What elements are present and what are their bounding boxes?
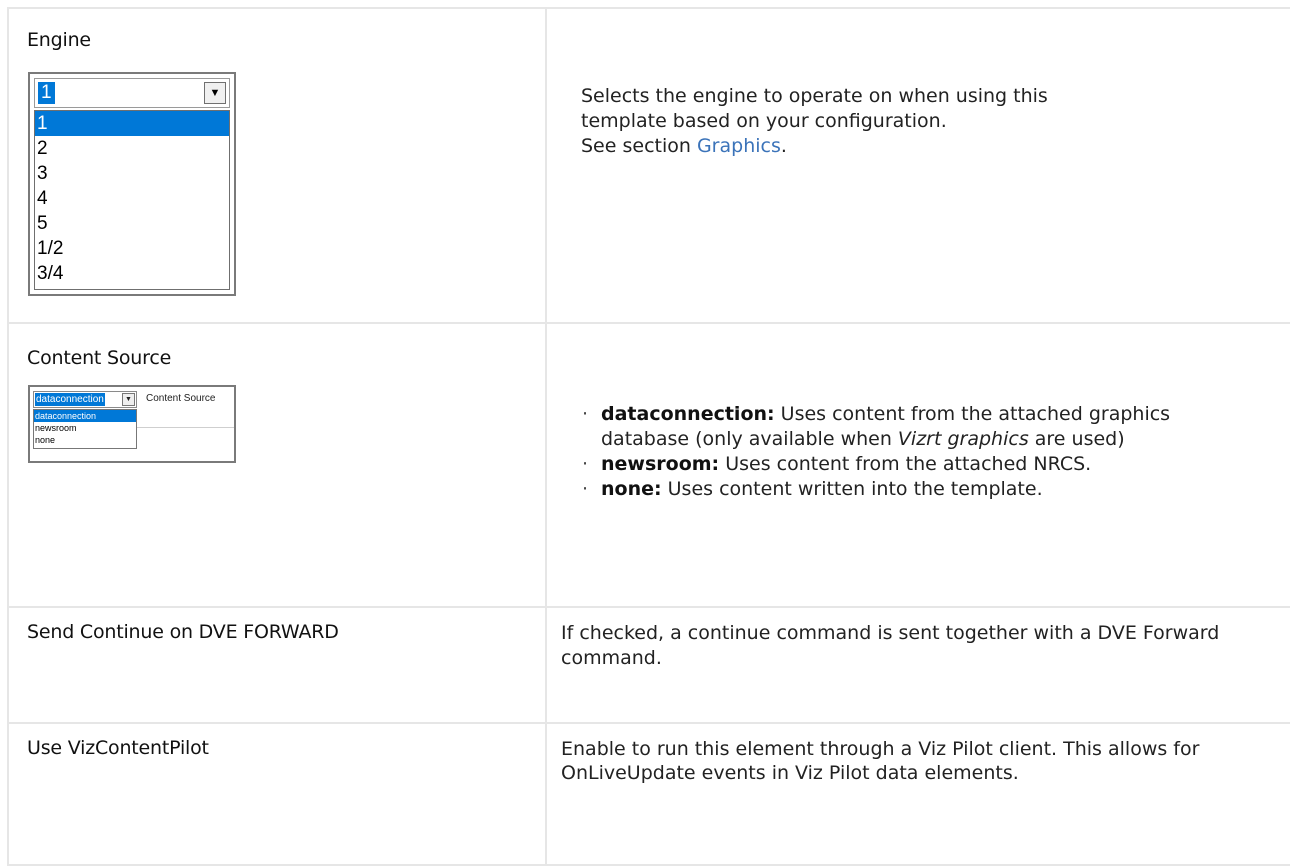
graphics-link[interactable]: Graphics: [697, 135, 781, 157]
bullet-text: Uses content written into the template.: [661, 478, 1043, 500]
see-section-prefix: See section: [581, 135, 697, 157]
engine-option: 5: [37, 213, 48, 234]
dve-forward-description-cell: If checked, a continue command is sent t…: [545, 606, 1290, 724]
engine-description: Selects the engine to operate on when us…: [581, 84, 1048, 159]
engine-label: Engine: [27, 29, 91, 51]
content-source-description-cell: · dataconnection: Uses content from the a…: [545, 322, 1290, 608]
content-source-field-label: Content Source: [146, 393, 216, 404]
content-source-option: none: [35, 435, 56, 445]
content-source-label: Content Source: [27, 347, 172, 369]
chevron-down-icon: ▼: [204, 82, 226, 104]
dve-forward-label: Send Continue on DVE FORWARD: [27, 621, 339, 643]
content-source-select-box: dataconnection ▼: [33, 391, 137, 408]
engine-description-cell: Selects the engine to operate on when us…: [545, 7, 1290, 324]
engine-combo-screenshot: 1 ▼ 1 2 3 4 5 1/2 3/4: [28, 72, 236, 296]
content-source-selected-value: dataconnection: [35, 393, 105, 406]
engine-option: 1/2: [37, 238, 64, 259]
engine-options-list: 1 2 3 4 5 1/2 3/4: [34, 110, 230, 290]
bullet-term: dataconnection:: [601, 403, 775, 425]
table-row-vizcontentpilot: Use VizContentPilot Enable to run this e…: [7, 722, 1290, 866]
engine-option: 4: [37, 188, 48, 209]
vizcontentpilot-description-cell: Enable to run this element through a Viz…: [545, 722, 1290, 866]
vizcontentpilot-label: Use VizContentPilot: [27, 737, 209, 759]
engine-see-section: See section Graphics.: [581, 134, 1048, 159]
engine-description-line: Selects the engine to operate on when us…: [581, 85, 1048, 107]
engine-description-line: template based on your configuration.: [581, 110, 947, 132]
content-source-options-list: dataconnection newsroom none: [33, 409, 137, 449]
dve-forward-description: If checked, a continue command is sent t…: [561, 622, 1220, 669]
vizcontentpilot-name-cell: Use VizContentPilot: [7, 722, 547, 866]
bullet-text: Uses content from the attached NRCS.: [719, 453, 1092, 475]
bullet-emphasis: Vizrt graphics: [897, 428, 1029, 450]
see-section-suffix: .: [780, 135, 787, 157]
content-source-option: dataconnection: [34, 410, 136, 422]
content-source-widget-screenshot: dataconnection ▼ Content Source dataconn…: [28, 385, 236, 463]
parameters-table: Engine 1 ▼ 1 2 3 4 5 1/2 3/4 Selects the…: [7, 7, 1290, 866]
engine-name-cell: Engine 1 ▼ 1 2 3 4 5 1/2 3/4: [7, 7, 547, 324]
engine-option: 2: [37, 138, 48, 159]
engine-select-box: 1 ▼: [34, 78, 230, 108]
bullet-term: none:: [601, 478, 662, 500]
list-item: · none: Uses content written into the tem…: [582, 478, 1043, 500]
engine-option: 3: [37, 163, 48, 184]
engine-option: 1: [35, 111, 229, 136]
table-row-content-source: Content Source dataconnection ▼ Content …: [7, 322, 1290, 608]
dve-forward-name-cell: Send Continue on DVE FORWARD: [7, 606, 547, 724]
list-item: · dataconnection: Uses content from the a…: [582, 403, 1171, 450]
engine-selected-value: 1: [38, 82, 55, 104]
list-item: · newsroom: Uses content from the attache…: [582, 453, 1092, 475]
content-source-bullets: · dataconnection: Uses content from the a…: [577, 402, 1237, 502]
table-row-dve-forward: Send Continue on DVE FORWARD If checked,…: [7, 606, 1290, 724]
divider: [137, 427, 234, 428]
vizcontentpilot-description: Enable to run this element through a Viz…: [561, 738, 1200, 784]
content-source-option: newsroom: [35, 423, 77, 433]
chevron-down-icon: ▼: [122, 393, 135, 406]
engine-option: 3/4: [37, 263, 64, 284]
table-row-engine: Engine 1 ▼ 1 2 3 4 5 1/2 3/4 Selects the…: [7, 7, 1290, 324]
content-source-name-cell: Content Source dataconnection ▼ Content …: [7, 322, 547, 608]
bullet-text: are used): [1028, 428, 1125, 450]
bullet-term: newsroom:: [601, 453, 720, 475]
